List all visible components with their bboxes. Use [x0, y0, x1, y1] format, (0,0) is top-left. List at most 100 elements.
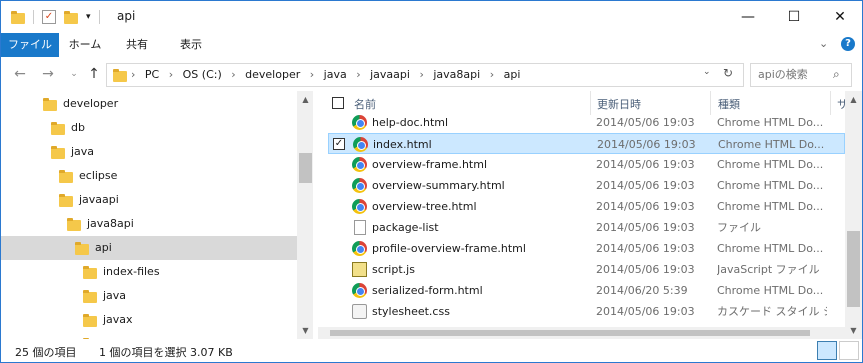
forward-arrow-icon[interactable]: → [39, 66, 57, 82]
file-row[interactable]: ✓ index.html 2014/05/06 19:03 Chrome HTM… [328, 133, 845, 154]
breadcrumb-separator: › [131, 68, 136, 81]
details-view-icon[interactable] [817, 341, 837, 360]
scroll-thumb[interactable] [330, 330, 810, 336]
folder-icon [83, 313, 97, 327]
tree-item-label: eclipse [79, 169, 118, 182]
tree-item-index-files[interactable]: index-files [1, 260, 297, 284]
close-button[interactable]: ✕ [817, 1, 862, 32]
refresh-icon[interactable]: ↻ [723, 66, 733, 80]
breadcrumb-item[interactable]: java [324, 68, 347, 81]
tree-item-developer[interactable]: developer [1, 92, 297, 116]
file-date: 2014/06/20 5:39 [596, 284, 688, 297]
search-box[interactable]: ⌕ [750, 63, 852, 87]
scroll-up-icon[interactable]: ▲ [845, 91, 862, 108]
file-row[interactable]: overview-frame.html 2014/05/06 19:03 Chr… [328, 154, 845, 175]
column-date[interactable]: 更新日時 [597, 96, 641, 112]
search-input[interactable] [758, 68, 828, 81]
chrome-html-icon [352, 199, 367, 214]
file-row[interactable]: overview-tree.html 2014/05/06 19:03 Chro… [328, 196, 845, 217]
scroll-down-icon[interactable]: ▼ [845, 322, 862, 339]
breadcrumb-separator[interactable]: › [310, 68, 314, 81]
tree-item-api[interactable]: api [1, 236, 297, 260]
tree-item-java[interactable]: java [1, 284, 297, 308]
customize-qa-icon[interactable]: ▾ [86, 12, 91, 22]
tree-item-eclipse[interactable]: eclipse [1, 164, 297, 188]
file-row[interactable]: serialized-form.html 2014/06/20 5:39 Chr… [328, 280, 845, 301]
list-scrollbar[interactable]: ▲ ▼ [845, 91, 862, 339]
tree-item-javaapi[interactable]: javaapi [1, 188, 297, 212]
nav-scrollbar[interactable]: ▲ ▼ [297, 91, 313, 339]
search-icon[interactable]: ⌕ [833, 67, 840, 82]
breadcrumb-separator[interactable]: › [490, 68, 494, 81]
tree-item[interactable] [1, 332, 297, 339]
breadcrumb-item[interactable]: javaapi [370, 68, 410, 81]
row-checkbox[interactable]: ✓ [333, 138, 345, 150]
recent-locations-icon[interactable]: ⌄ [65, 66, 83, 82]
file-name: overview-tree.html [372, 200, 477, 213]
file-date: 2014/05/06 19:03 [596, 116, 695, 129]
minimize-button[interactable]: — [725, 1, 771, 32]
file-type: Chrome HTML Do... [718, 138, 825, 151]
window-title: api [117, 9, 136, 23]
tree-item-label: api [95, 241, 112, 254]
folder-icon [113, 68, 127, 82]
select-all-checkbox[interactable] [332, 97, 344, 109]
chevron-down-icon[interactable]: ⌄ [819, 37, 828, 50]
breadcrumb-item[interactable]: PC [145, 68, 159, 81]
breadcrumb-separator[interactable]: › [356, 68, 360, 81]
file-row[interactable]: help-doc.html 2014/05/06 19:03 Chrome HT… [328, 112, 845, 133]
file-date: 2014/05/06 19:03 [596, 242, 695, 255]
address-row: ← → ⌄ ↑ › PC › OS (C:) › developer › jav… [1, 57, 862, 91]
file-row[interactable]: script.js 2014/05/06 19:03 JavaScript ファ… [328, 259, 845, 280]
tab-home[interactable]: ホーム [63, 33, 107, 57]
breadcrumb-separator[interactable]: › [231, 68, 235, 81]
new-folder-icon[interactable] [64, 10, 78, 24]
file-name: help-doc.html [372, 116, 449, 129]
toolbar-divider [98, 10, 100, 24]
tab-file[interactable]: ファイル [1, 33, 59, 57]
breadcrumb-item[interactable]: java8api [433, 68, 480, 81]
breadcrumb-item[interactable]: OS (C:) [183, 68, 222, 81]
scroll-up-icon[interactable]: ▲ [297, 91, 313, 108]
file-type: カスケード スタイル シ... [717, 305, 827, 318]
up-arrow-icon[interactable]: ↑ [85, 66, 103, 82]
scroll-down-icon[interactable]: ▼ [297, 322, 313, 339]
breadcrumb-item[interactable]: developer [245, 68, 300, 81]
file-row[interactable]: package-list 2014/05/06 19:03 ファイル [328, 217, 845, 238]
scroll-thumb[interactable] [847, 231, 860, 307]
document-icon [354, 220, 366, 235]
address-dropdown-icon[interactable]: ⌄ [703, 67, 711, 77]
tree-item-java8api[interactable]: java8api [1, 212, 297, 236]
large-icons-view-icon[interactable] [839, 341, 859, 360]
tab-share[interactable]: 共有 [115, 33, 159, 57]
horizontal-scrollbar[interactable] [318, 327, 845, 339]
breadcrumb-separator[interactable]: › [169, 68, 173, 81]
file-date: 2014/05/06 19:03 [596, 200, 695, 213]
tree-item-javax[interactable]: javax [1, 308, 297, 332]
breadcrumb-separator[interactable]: › [419, 68, 423, 81]
tree-item-java[interactable]: java [1, 140, 297, 164]
file-date: 2014/05/06 19:03 [597, 138, 696, 151]
tab-view[interactable]: 表示 [169, 33, 213, 57]
file-row[interactable]: overview-summary.html 2014/05/06 19:03 C… [328, 175, 845, 196]
chrome-html-icon [353, 137, 368, 152]
tree-item-db[interactable]: db [1, 116, 297, 140]
folder-icon [43, 97, 57, 111]
file-row[interactable]: stylesheet.css 2014/05/06 19:03 カスケード スタ… [328, 301, 845, 322]
file-row[interactable]: profile-overview-frame.html 2014/05/06 1… [328, 238, 845, 259]
help-icon[interactable]: ? [841, 37, 855, 51]
scroll-thumb[interactable] [299, 153, 312, 183]
file-type: ファイル [717, 221, 761, 234]
explorer-window: ✓ ▾ api — ☐ ✕ ファイル ホーム 共有 表示 ⌄ ? ← → ⌄ ↑… [0, 0, 863, 363]
address-bar[interactable]: › PC › OS (C:) › developer › java › java… [106, 63, 744, 87]
status-bar: 25 個の項目 1 個の項目を選択 3.07 KB [1, 339, 862, 362]
breadcrumb-item[interactable]: api [504, 68, 521, 81]
chrome-html-icon [352, 178, 367, 193]
back-arrow-icon[interactable]: ← [11, 66, 29, 82]
maximize-button[interactable]: ☐ [771, 1, 817, 32]
folder-icon [51, 121, 65, 135]
column-name[interactable]: 名前 [354, 96, 376, 112]
column-type[interactable]: 種類 [718, 96, 740, 112]
file-name: serialized-form.html [372, 284, 483, 297]
properties-icon[interactable]: ✓ [42, 10, 56, 24]
